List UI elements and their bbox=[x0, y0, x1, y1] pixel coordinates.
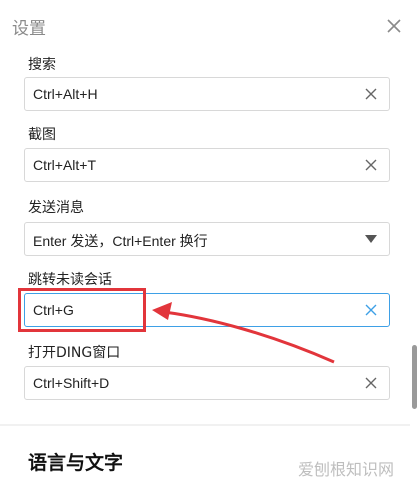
send-message-label: 发送消息 bbox=[28, 200, 84, 216]
dialog-title: 设置 bbox=[12, 19, 46, 39]
annotation-arrow-icon bbox=[152, 302, 335, 364]
open-ding-label: 打开DING窗口 bbox=[28, 345, 121, 361]
dialog-header: 设置 bbox=[0, 0, 420, 48]
screenshot-shortcut-value: Ctrl+Alt+T bbox=[33, 157, 97, 173]
clear-icon[interactable] bbox=[363, 302, 379, 318]
clear-icon[interactable] bbox=[363, 375, 379, 391]
dropdown-caret-icon bbox=[365, 235, 377, 243]
watermark-text: 爱刨根知识网 bbox=[298, 460, 395, 479]
send-message-select[interactable]: Enter 发送，Ctrl+Enter 换行 bbox=[24, 222, 390, 256]
screenshot-shortcut-label: 截图 bbox=[28, 127, 56, 143]
jump-unread-label: 跳转未读会话 bbox=[28, 272, 112, 288]
language-section-heading: 语言与文字 bbox=[28, 452, 124, 474]
search-shortcut-label: 搜索 bbox=[28, 57, 56, 73]
send-message-value: Enter 发送，Ctrl+Enter 换行 bbox=[33, 233, 208, 249]
open-ding-input[interactable]: Ctrl+Shift+D bbox=[24, 366, 390, 400]
close-icon[interactable] bbox=[384, 16, 404, 36]
open-ding-value: Ctrl+Shift+D bbox=[33, 375, 110, 391]
section-divider bbox=[0, 424, 410, 426]
scrollbar-thumb[interactable] bbox=[412, 345, 417, 409]
search-shortcut-value: Ctrl+Alt+H bbox=[33, 86, 98, 102]
clear-icon[interactable] bbox=[363, 157, 379, 173]
screenshot-shortcut-input[interactable]: Ctrl+Alt+T bbox=[24, 148, 390, 182]
search-shortcut-input[interactable]: Ctrl+Alt+H bbox=[24, 77, 390, 111]
annotation-highlight-box bbox=[18, 288, 146, 332]
clear-icon[interactable] bbox=[363, 86, 379, 102]
